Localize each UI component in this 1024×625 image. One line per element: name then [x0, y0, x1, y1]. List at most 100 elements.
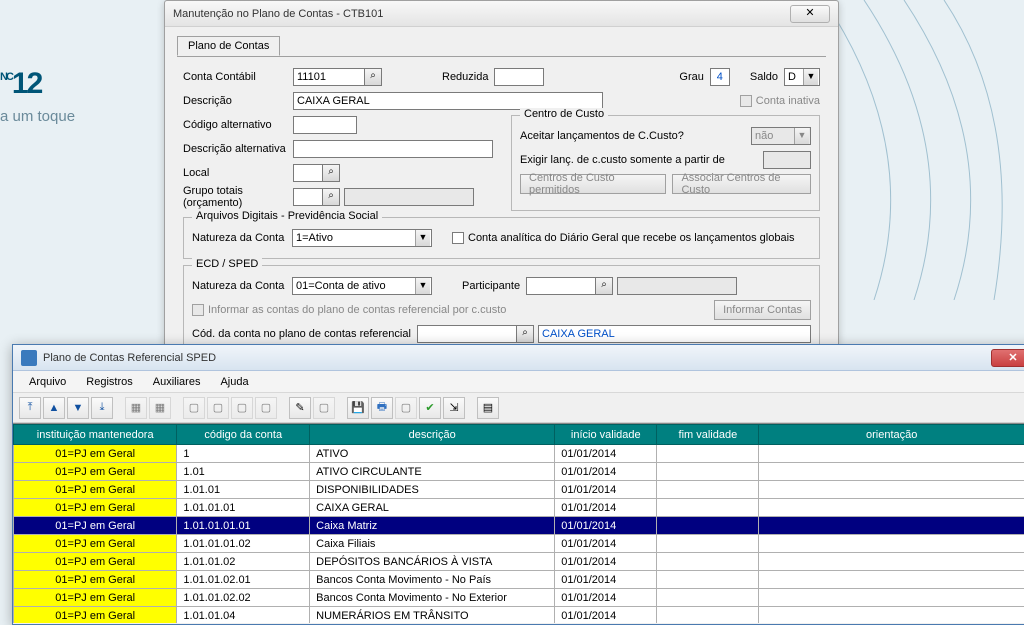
participante-lookup-icon[interactable]: ⌕	[595, 277, 613, 295]
exigir-input	[763, 151, 811, 169]
close-button[interactable]: ✕	[790, 5, 830, 23]
table-row[interactable]: 01=PJ em Geral1.01.01DISPONIBILIDADES01/…	[14, 481, 1024, 499]
cod-ref-desc[interactable]	[538, 325, 811, 343]
tab-plano[interactable]: Plano de Contas	[177, 36, 280, 56]
menu-arquivo[interactable]: Arquivo	[19, 374, 76, 390]
window-referencial: Plano de Contas Referencial SPED ✕ Arqui…	[12, 344, 1024, 625]
table-row[interactable]: 01=PJ em Geral1.01.01.01.02Caixa Filiais…	[14, 535, 1024, 553]
btn-cc-permitidos[interactable]: Centros de Custo permitidos	[520, 174, 666, 194]
tb-icon: ▦	[125, 397, 147, 419]
btn-cc-associar[interactable]: Associar Centros de Custo	[672, 174, 811, 194]
lbl-desc-alt: Descrição alternativa	[183, 143, 293, 155]
lbl-aceitar: Aceitar lançamentos de C.Custo?	[520, 130, 751, 142]
analitica-checkbox[interactable]	[452, 232, 464, 244]
grid-icon[interactable]: ▤	[477, 397, 499, 419]
lbl-analitica: Conta analítica do Diário Geral que rece…	[468, 232, 795, 244]
grupo-input[interactable]	[293, 188, 323, 206]
menu-auxiliares[interactable]: Auxiliares	[143, 374, 211, 390]
natureza1-dropdown[interactable]: 1=Ativo▼	[292, 229, 432, 247]
lbl-local: Local	[183, 167, 293, 179]
brand-logo: NC12	[0, 25, 41, 101]
prev-icon[interactable]: ▲	[43, 397, 65, 419]
tb-icon: ▢	[313, 397, 335, 419]
desc-alt-input[interactable]	[293, 140, 493, 158]
tb-icon: ▢	[183, 397, 205, 419]
aceitar-dropdown: não▼	[751, 127, 811, 145]
grid[interactable]: instituição mantenedoracódigo da contade…	[13, 424, 1024, 623]
lbl-grupo: Grupo totais (orçamento)	[183, 185, 293, 209]
grupo-lookup-icon[interactable]: ⌕	[322, 188, 340, 206]
conta-lookup-icon[interactable]: ⌕	[364, 68, 382, 86]
chevron-down-icon: ▼	[415, 278, 430, 294]
check-icon[interactable]: ✔	[419, 397, 441, 419]
cod-alt-input[interactable]	[293, 116, 357, 134]
table-row[interactable]: 01=PJ em Geral1.01.01.02.01Bancos Conta …	[14, 571, 1024, 589]
lbl-exigir: Exigir lanç. de c.custo somente a partir…	[520, 154, 763, 166]
chevron-down-icon: ▼	[415, 230, 430, 246]
reduzida-input[interactable]	[494, 68, 544, 86]
participante-input[interactable]	[526, 277, 596, 295]
natureza2-dropdown[interactable]: 01=Conta de ativo▼	[292, 277, 432, 295]
table-row[interactable]: 01=PJ em Geral1.01.01.02DEPÓSITOS BANCÁR…	[14, 553, 1024, 571]
conta-inativa-checkbox	[740, 95, 752, 107]
saldo-dropdown[interactable]: D▼	[784, 68, 820, 86]
lbl-natureza2: Natureza da Conta	[192, 280, 292, 292]
local-input[interactable]	[293, 164, 323, 182]
chevron-down-icon: ▼	[794, 128, 809, 144]
cod-ref-lookup-icon[interactable]: ⌕	[516, 325, 534, 343]
win2-title: Plano de Contas Referencial SPED	[43, 352, 991, 364]
save-icon[interactable]: 💾	[347, 397, 369, 419]
table-row[interactable]: 01=PJ em Geral1.01.01.01.01Caixa Matriz0…	[14, 517, 1024, 535]
table-row[interactable]: 01=PJ em Geral1.01.01.01CAIXA GERAL01/01…	[14, 499, 1024, 517]
window-maintenance: Manutenção no Plano de Contas - CTB101 ✕…	[164, 0, 839, 345]
cod-ref-input[interactable]	[417, 325, 517, 343]
titlebar[interactable]: Manutenção no Plano de Contas - CTB101 ✕	[165, 1, 838, 27]
lbl-grau: Grau	[679, 71, 703, 83]
table-row[interactable]: 01=PJ em Geral1.01ATIVO CIRCULANTE01/01/…	[14, 463, 1024, 481]
next-icon[interactable]: ▼	[67, 397, 89, 419]
tb-icon: ▢	[255, 397, 277, 419]
menu-registros[interactable]: Registros	[76, 374, 142, 390]
tb-icon: ▦	[149, 397, 171, 419]
grupo-desc	[344, 188, 474, 206]
grau-input[interactable]	[710, 68, 730, 86]
group-cc: Centro de Custo	[520, 108, 608, 120]
col-header[interactable]: orientação	[759, 425, 1024, 445]
edit-icon[interactable]: ✎	[289, 397, 311, 419]
lbl-saldo: Saldo	[750, 71, 778, 83]
exit-icon[interactable]: ⇲	[443, 397, 465, 419]
col-header[interactable]: fim validade	[657, 425, 759, 445]
col-header[interactable]: código da conta	[177, 425, 310, 445]
table-row[interactable]: 01=PJ em Geral1.01.01.04NUMERÁRIOS EM TR…	[14, 607, 1024, 624]
last-icon[interactable]: ⤓	[91, 397, 113, 419]
bg-decor	[824, 0, 1024, 300]
titlebar[interactable]: Plano de Contas Referencial SPED ✕	[13, 345, 1024, 371]
lbl-inativa: Conta inativa	[756, 95, 820, 107]
informar-custo-checkbox	[192, 304, 204, 316]
first-icon[interactable]: ⤒	[19, 397, 41, 419]
lbl-cod-ref: Cód. da conta no plano de contas referen…	[192, 328, 417, 340]
close-button[interactable]: ✕	[991, 349, 1024, 367]
toolbar: ⤒ ▲ ▼ ⤓ ▦ ▦ ▢ ▢ ▢ ▢ ✎ ▢ 💾 🖶 ▢ ✔ ⇲ ▤	[13, 393, 1024, 423]
lbl-cod-alt: Código alternativo	[183, 119, 293, 131]
col-header[interactable]: instituição mantenedora	[14, 425, 177, 445]
lbl-participante: Participante	[462, 280, 520, 292]
menu-bar: Arquivo Registros Auxiliares Ajuda	[13, 371, 1024, 393]
brand-tagline: a um toque	[0, 108, 75, 125]
lbl-conta: Conta Contábil	[183, 71, 293, 83]
conta-input[interactable]	[293, 68, 365, 86]
chevron-down-icon: ▼	[803, 69, 818, 85]
table-row[interactable]: 01=PJ em Geral1ATIVO01/01/2014	[14, 445, 1024, 463]
print-icon[interactable]: 🖶	[371, 397, 393, 419]
participante-desc	[617, 277, 737, 295]
col-header[interactable]: início validade	[555, 425, 657, 445]
lbl-natureza1: Natureza da Conta	[192, 232, 292, 244]
lbl-descricao: Descrição	[183, 95, 293, 107]
menu-ajuda[interactable]: Ajuda	[210, 374, 258, 390]
local-lookup-icon[interactable]: ⌕	[322, 164, 340, 182]
btn-informar-contas[interactable]: Informar Contas	[714, 300, 811, 320]
tb-icon: ▢	[207, 397, 229, 419]
col-header[interactable]: descrição	[310, 425, 555, 445]
table-row[interactable]: 01=PJ em Geral1.01.01.02.02Bancos Conta …	[14, 589, 1024, 607]
group-ecd: ECD / SPED	[192, 258, 262, 270]
